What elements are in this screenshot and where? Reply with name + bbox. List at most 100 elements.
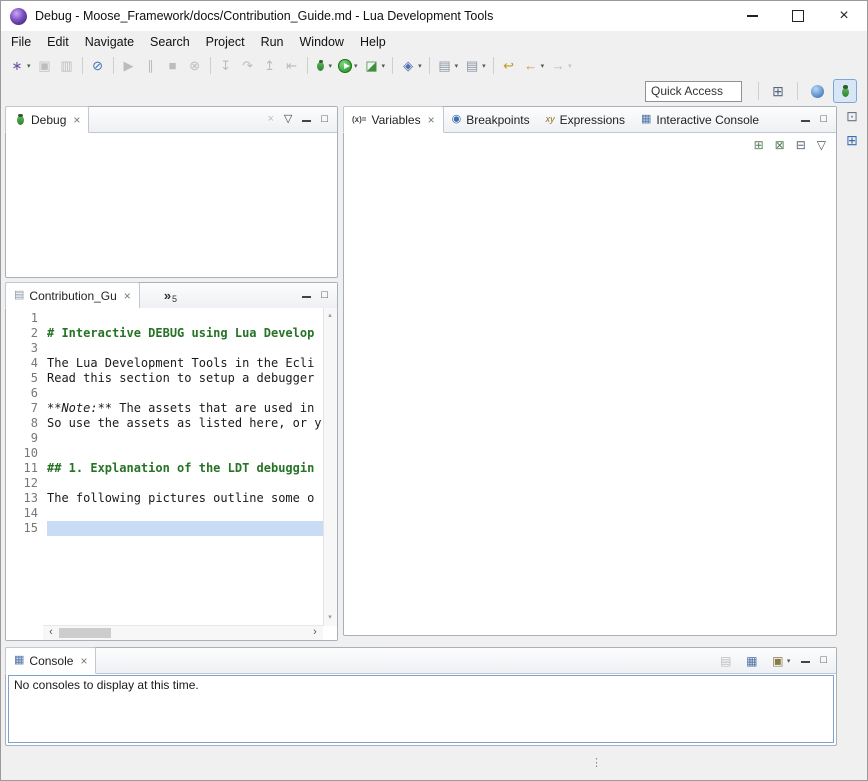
menu-edit[interactable]: Edit: [39, 32, 77, 52]
console-icon: ▦: [14, 655, 24, 666]
quick-access-input[interactable]: Quick Access: [645, 81, 742, 102]
minimize-button[interactable]: [729, 1, 775, 31]
menu-run[interactable]: Run: [253, 32, 292, 52]
resume-icon[interactable]: ▶: [119, 55, 139, 77]
close-tab-icon[interactable]: ×: [428, 113, 435, 127]
drop-to-frame-icon[interactable]: ⇤: [282, 55, 302, 77]
tab-debug-label: Debug: [31, 113, 66, 127]
icon-glyph: ▥: [59, 58, 75, 74]
minimized-view-icon-1[interactable]: ⊡: [846, 109, 858, 123]
editor-overflow-tab[interactable]: » 5: [158, 283, 183, 308]
icon-glyph: ▤: [464, 58, 480, 74]
close-tab-icon[interactable]: ×: [73, 113, 80, 127]
line-number: 10: [6, 446, 47, 461]
chevron-right-icon: »: [164, 288, 171, 303]
lua-perspective-button[interactable]: [806, 80, 828, 102]
line-number: 12: [6, 476, 47, 491]
run-icon[interactable]: ▾: [336, 55, 360, 77]
pin-console-icon[interactable]: ▤: [719, 650, 733, 672]
step-return-icon[interactable]: ↥: [260, 55, 280, 77]
toolbar-separator: [758, 82, 759, 100]
step-into-icon[interactable]: ↧: [216, 55, 236, 77]
new-lua-project-icon[interactable]: ▤▾: [435, 55, 461, 77]
collapse-all-icon[interactable]: ⊟: [796, 139, 806, 151]
menu-help[interactable]: Help: [352, 32, 394, 52]
open-perspective-button[interactable]: ⊞: [767, 80, 789, 102]
sash-handle-icon[interactable]: ⋮: [591, 756, 602, 769]
step-over-icon[interactable]: ↷: [238, 55, 258, 77]
scroll-up-icon[interactable]: ▴: [324, 310, 336, 322]
new-lua-file-icon[interactable]: ▤▾: [462, 55, 488, 77]
debug-perspective-icon: [839, 85, 851, 98]
scroll-left-icon[interactable]: ‹: [45, 626, 57, 639]
close-button[interactable]: ×: [821, 1, 867, 31]
minimize-view-icon[interactable]: [801, 655, 810, 666]
scrollbar-thumb[interactable]: [59, 628, 111, 638]
show-logical-structures-icon[interactable]: ⊠: [775, 139, 785, 151]
menu-project[interactable]: Project: [198, 32, 253, 52]
line-segment: So use the assets as listed here, or y: [47, 416, 322, 430]
remove-terminated-icon[interactable]: ×: [267, 114, 273, 125]
editor-lines: 12# Interactive DEBUG using Lua Develop3…: [6, 311, 323, 536]
view-menu-icon[interactable]: ▽: [284, 114, 292, 125]
debug-icon[interactable]: ▾: [313, 55, 335, 77]
tab-variables[interactable]: (x)=Variables×: [343, 106, 444, 133]
console-message: No consoles to display at this time.: [8, 675, 834, 743]
show-type-names-icon[interactable]: ⊞: [754, 139, 764, 151]
suspend-icon[interactable]: ∥: [141, 55, 161, 77]
minimize-view-icon[interactable]: [302, 290, 311, 301]
icon-glyph: ◈: [400, 58, 416, 74]
disconnect-icon[interactable]: ⊗: [185, 55, 205, 77]
tab-expressions[interactable]: xyExpressions: [538, 107, 633, 132]
close-tab-icon[interactable]: ×: [124, 289, 131, 303]
scroll-down-icon[interactable]: ▾: [324, 612, 336, 624]
maximize-button[interactable]: [775, 1, 821, 31]
dropdown-arrow-icon: ▾: [382, 62, 386, 70]
minimize-view-icon[interactable]: [801, 114, 810, 125]
display-console-icon[interactable]: ▦: [745, 650, 759, 672]
maximize-view-icon[interactable]: □: [321, 114, 328, 125]
menu-search[interactable]: Search: [142, 32, 198, 52]
menu-file[interactable]: File: [3, 32, 39, 52]
icon-glyph: ∥: [143, 58, 159, 74]
editor-line: 6: [6, 386, 323, 401]
menu-window[interactable]: Window: [292, 32, 352, 52]
terminate-icon[interactable]: ■: [163, 55, 183, 77]
view-menu-icon[interactable]: ▽: [817, 139, 826, 151]
new-wizard-icon[interactable]: ∗▾: [7, 55, 33, 77]
maximize-icon: [792, 10, 804, 22]
maximize-view-icon[interactable]: □: [820, 655, 827, 666]
editor-horizontal-scrollbar[interactable]: ‹ ›: [43, 625, 323, 640]
line-segment: The Lua Development Tools in the Ecli: [47, 356, 314, 370]
minimize-view-icon[interactable]: [302, 114, 311, 125]
maximize-view-icon[interactable]: □: [820, 114, 827, 125]
coverage-icon[interactable]: ◪▾: [362, 55, 388, 77]
scroll-right-icon[interactable]: ›: [309, 626, 321, 639]
line-text: The following pictures outline some o: [47, 491, 323, 506]
line-text: [47, 476, 323, 491]
editor-body[interactable]: 12# Interactive DEBUG using Lua Develop3…: [6, 308, 337, 640]
save-all-icon[interactable]: ▥: [57, 55, 77, 77]
skip-breakpoints-icon[interactable]: ⊘: [88, 55, 108, 77]
forward-icon[interactable]: →▾: [548, 55, 574, 77]
external-tools-icon[interactable]: ◈▾: [398, 55, 424, 77]
debug-view-controls: × ▽ □: [267, 107, 337, 132]
open-console-icon[interactable]: ▣▾: [771, 650, 791, 672]
menu-navigate[interactable]: Navigate: [77, 32, 142, 52]
last-edit-location-icon[interactable]: ↩: [499, 55, 519, 77]
minimized-view-icon-2[interactable]: ⊞: [846, 133, 858, 147]
tab-contribution-guide[interactable]: ▤ Contribution_Gu ×: [5, 282, 140, 309]
save-icon[interactable]: ▣: [35, 55, 55, 77]
editor-vertical-scrollbar[interactable]: ▴ ▾: [323, 308, 337, 626]
back-icon[interactable]: ←▾: [521, 55, 547, 77]
maximize-view-icon[interactable]: □: [321, 290, 328, 301]
perspective-bar: Quick Access ⊞: [1, 78, 867, 104]
close-tab-icon[interactable]: ×: [80, 654, 87, 668]
debug-perspective-button[interactable]: [833, 79, 857, 103]
tab-debug[interactable]: Debug ×: [5, 106, 89, 133]
tab-interactive-console[interactable]: ▦Interactive Console: [633, 107, 767, 132]
tab-breakpoints[interactable]: ◉Breakpoints: [444, 107, 538, 132]
eclipse-logo-icon: [10, 8, 27, 25]
tab-console[interactable]: ▦ Console ×: [5, 647, 96, 674]
main-toolbar: ∗▾▣▥⊘▶∥■⊗↧↷↥⇤▾▾◪▾◈▾▤▾▤▾↩←▾→▾: [1, 53, 868, 78]
